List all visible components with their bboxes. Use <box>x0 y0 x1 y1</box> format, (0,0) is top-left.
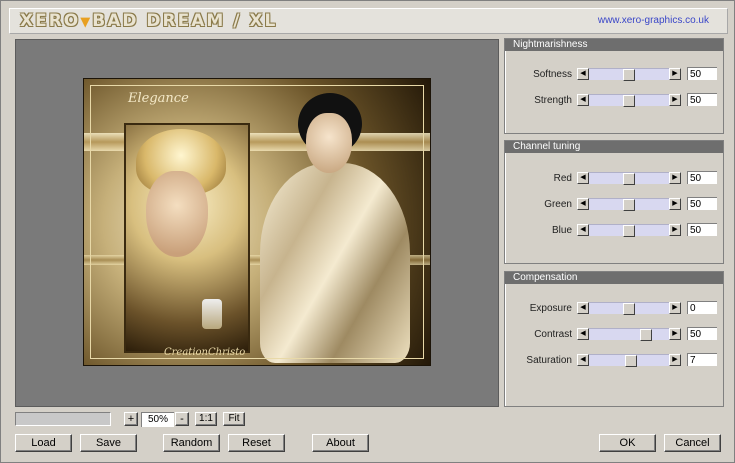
blue-slider[interactable]: ◀ ▶ <box>577 224 681 237</box>
panel-channel-tuning: Channel tuning Red ◀ ▶ 50 Green ◀ ▶ 50 B… <box>504 140 724 264</box>
panel-nightmarishness: Nightmarishness Softness ◀ ▶ 50 Strength… <box>504 38 724 134</box>
slider-thumb[interactable] <box>623 225 635 237</box>
slider-label: Strength <box>534 95 572 106</box>
contrast-value-field[interactable]: 50 <box>687 327 717 340</box>
slider-track[interactable] <box>589 354 669 367</box>
arrow-right-icon[interactable]: ▶ <box>669 172 681 184</box>
arrow-left-icon[interactable]: ◀ <box>577 68 589 80</box>
slider-label: Softness <box>533 69 572 80</box>
softness-value-field[interactable]: 50 <box>687 67 717 80</box>
image-inner-border <box>90 85 424 359</box>
blue-value-field[interactable]: 50 <box>687 223 717 236</box>
red-value-field[interactable]: 50 <box>687 171 717 184</box>
cancel-button[interactable]: Cancel <box>664 434 721 452</box>
preview-image: Elegance CreationChristo <box>83 78 431 366</box>
logo-text-xero: XERO <box>20 11 81 31</box>
exposure-value-field[interactable]: 0 <box>687 301 717 314</box>
slider-label: Exposure <box>529 303 572 314</box>
slider-thumb[interactable] <box>623 95 635 107</box>
progress-bar <box>15 412 111 426</box>
panel-heading-nightmarishness: Nightmarishness <box>505 39 723 51</box>
arrow-left-icon[interactable]: ◀ <box>577 302 589 314</box>
slider-thumb[interactable] <box>640 329 652 341</box>
arrow-right-icon[interactable]: ▶ <box>669 198 681 210</box>
slider-thumb[interactable] <box>623 173 635 185</box>
image-signature-bottom: CreationChristo <box>164 347 246 358</box>
strength-value-field[interactable]: 50 <box>687 93 717 106</box>
slider-row-blue: Blue ◀ ▶ 50 <box>505 223 723 238</box>
saturation-value-field[interactable]: 7 <box>687 353 717 366</box>
exposure-slider[interactable]: ◀ ▶ <box>577 302 681 315</box>
arrow-right-icon[interactable]: ▶ <box>669 354 681 366</box>
green-value-field[interactable]: 50 <box>687 197 717 210</box>
panel-compensation: Compensation Exposure ◀ ▶ 0 Contrast ◀ ▶… <box>504 271 724 407</box>
arrow-left-icon[interactable]: ◀ <box>577 172 589 184</box>
load-button[interactable]: Load <box>15 434 72 452</box>
arrow-right-icon[interactable]: ▶ <box>669 328 681 340</box>
saturation-slider[interactable]: ◀ ▶ <box>577 354 681 367</box>
red-slider[interactable]: ◀ ▶ <box>577 172 681 185</box>
app-logo: XERO▼BAD DREAM / XL <box>20 11 277 31</box>
slider-thumb[interactable] <box>623 69 635 81</box>
arrow-right-icon[interactable]: ▶ <box>669 302 681 314</box>
arrow-right-icon[interactable]: ▶ <box>669 94 681 106</box>
slider-track[interactable] <box>589 198 669 211</box>
website-link[interactable]: www.xero-graphics.co.uk <box>598 15 709 26</box>
reset-button[interactable]: Reset <box>228 434 285 452</box>
slider-row-softness: Softness ◀ ▶ 50 <box>505 67 723 82</box>
zoom-level: 50% <box>141 412 174 427</box>
slider-track[interactable] <box>589 94 669 107</box>
zoom-one-to-one-button[interactable]: 1:1 <box>195 412 217 426</box>
slider-row-strength: Strength ◀ ▶ 50 <box>505 93 723 108</box>
slider-row-green: Green ◀ ▶ 50 <box>505 197 723 212</box>
strength-slider[interactable]: ◀ ▶ <box>577 94 681 107</box>
title-banner: XERO▼BAD DREAM / XL www.xero-graphics.co… <box>9 8 728 34</box>
panel-heading-compensation: Compensation <box>505 272 723 284</box>
about-button[interactable]: About <box>312 434 369 452</box>
slider-row-exposure: Exposure ◀ ▶ 0 <box>505 301 723 316</box>
preview-area[interactable]: Elegance CreationChristo <box>15 39 499 407</box>
random-button[interactable]: Random <box>163 434 220 452</box>
arrow-right-icon[interactable]: ▶ <box>669 224 681 236</box>
arrow-left-icon[interactable]: ◀ <box>577 224 589 236</box>
slider-thumb[interactable] <box>625 355 637 367</box>
slider-track[interactable] <box>589 328 669 341</box>
plugin-window: XERO▼BAD DREAM / XL www.xero-graphics.co… <box>0 0 735 463</box>
slider-row-saturation: Saturation ◀ ▶ 7 <box>505 353 723 368</box>
green-slider[interactable]: ◀ ▶ <box>577 198 681 211</box>
arrow-left-icon[interactable]: ◀ <box>577 94 589 106</box>
ok-button[interactable]: OK <box>599 434 656 452</box>
slider-label: Contrast <box>534 329 572 340</box>
contrast-slider[interactable]: ◀ ▶ <box>577 328 681 341</box>
image-signature-top: Elegance <box>128 91 189 106</box>
slider-label: Saturation <box>526 355 572 366</box>
slider-track[interactable] <box>589 302 669 315</box>
slider-label: Red <box>553 173 572 184</box>
panel-heading-channel-tuning: Channel tuning <box>505 141 723 153</box>
softness-slider[interactable]: ◀ ▶ <box>577 68 681 81</box>
slider-label: Green <box>544 199 572 210</box>
zoom-out-button[interactable]: - <box>175 412 189 426</box>
slider-row-contrast: Contrast ◀ ▶ 50 <box>505 327 723 342</box>
save-button[interactable]: Save <box>80 434 137 452</box>
logo-triangle-icon: ▼ <box>80 15 93 30</box>
slider-track[interactable] <box>589 224 669 237</box>
slider-label: Blue <box>551 225 572 236</box>
arrow-left-icon[interactable]: ◀ <box>577 354 589 366</box>
slider-thumb[interactable] <box>623 199 635 211</box>
logo-text-name: BAD DREAM / XL <box>92 11 278 31</box>
slider-track[interactable] <box>589 172 669 185</box>
slider-thumb[interactable] <box>623 303 635 315</box>
zoom-in-button[interactable]: + <box>124 412 138 426</box>
slider-track[interactable] <box>589 68 669 81</box>
arrow-left-icon[interactable]: ◀ <box>577 328 589 340</box>
arrow-left-icon[interactable]: ◀ <box>577 198 589 210</box>
slider-row-red: Red ◀ ▶ 50 <box>505 171 723 186</box>
zoom-fit-button[interactable]: Fit <box>223 412 245 426</box>
arrow-right-icon[interactable]: ▶ <box>669 68 681 80</box>
